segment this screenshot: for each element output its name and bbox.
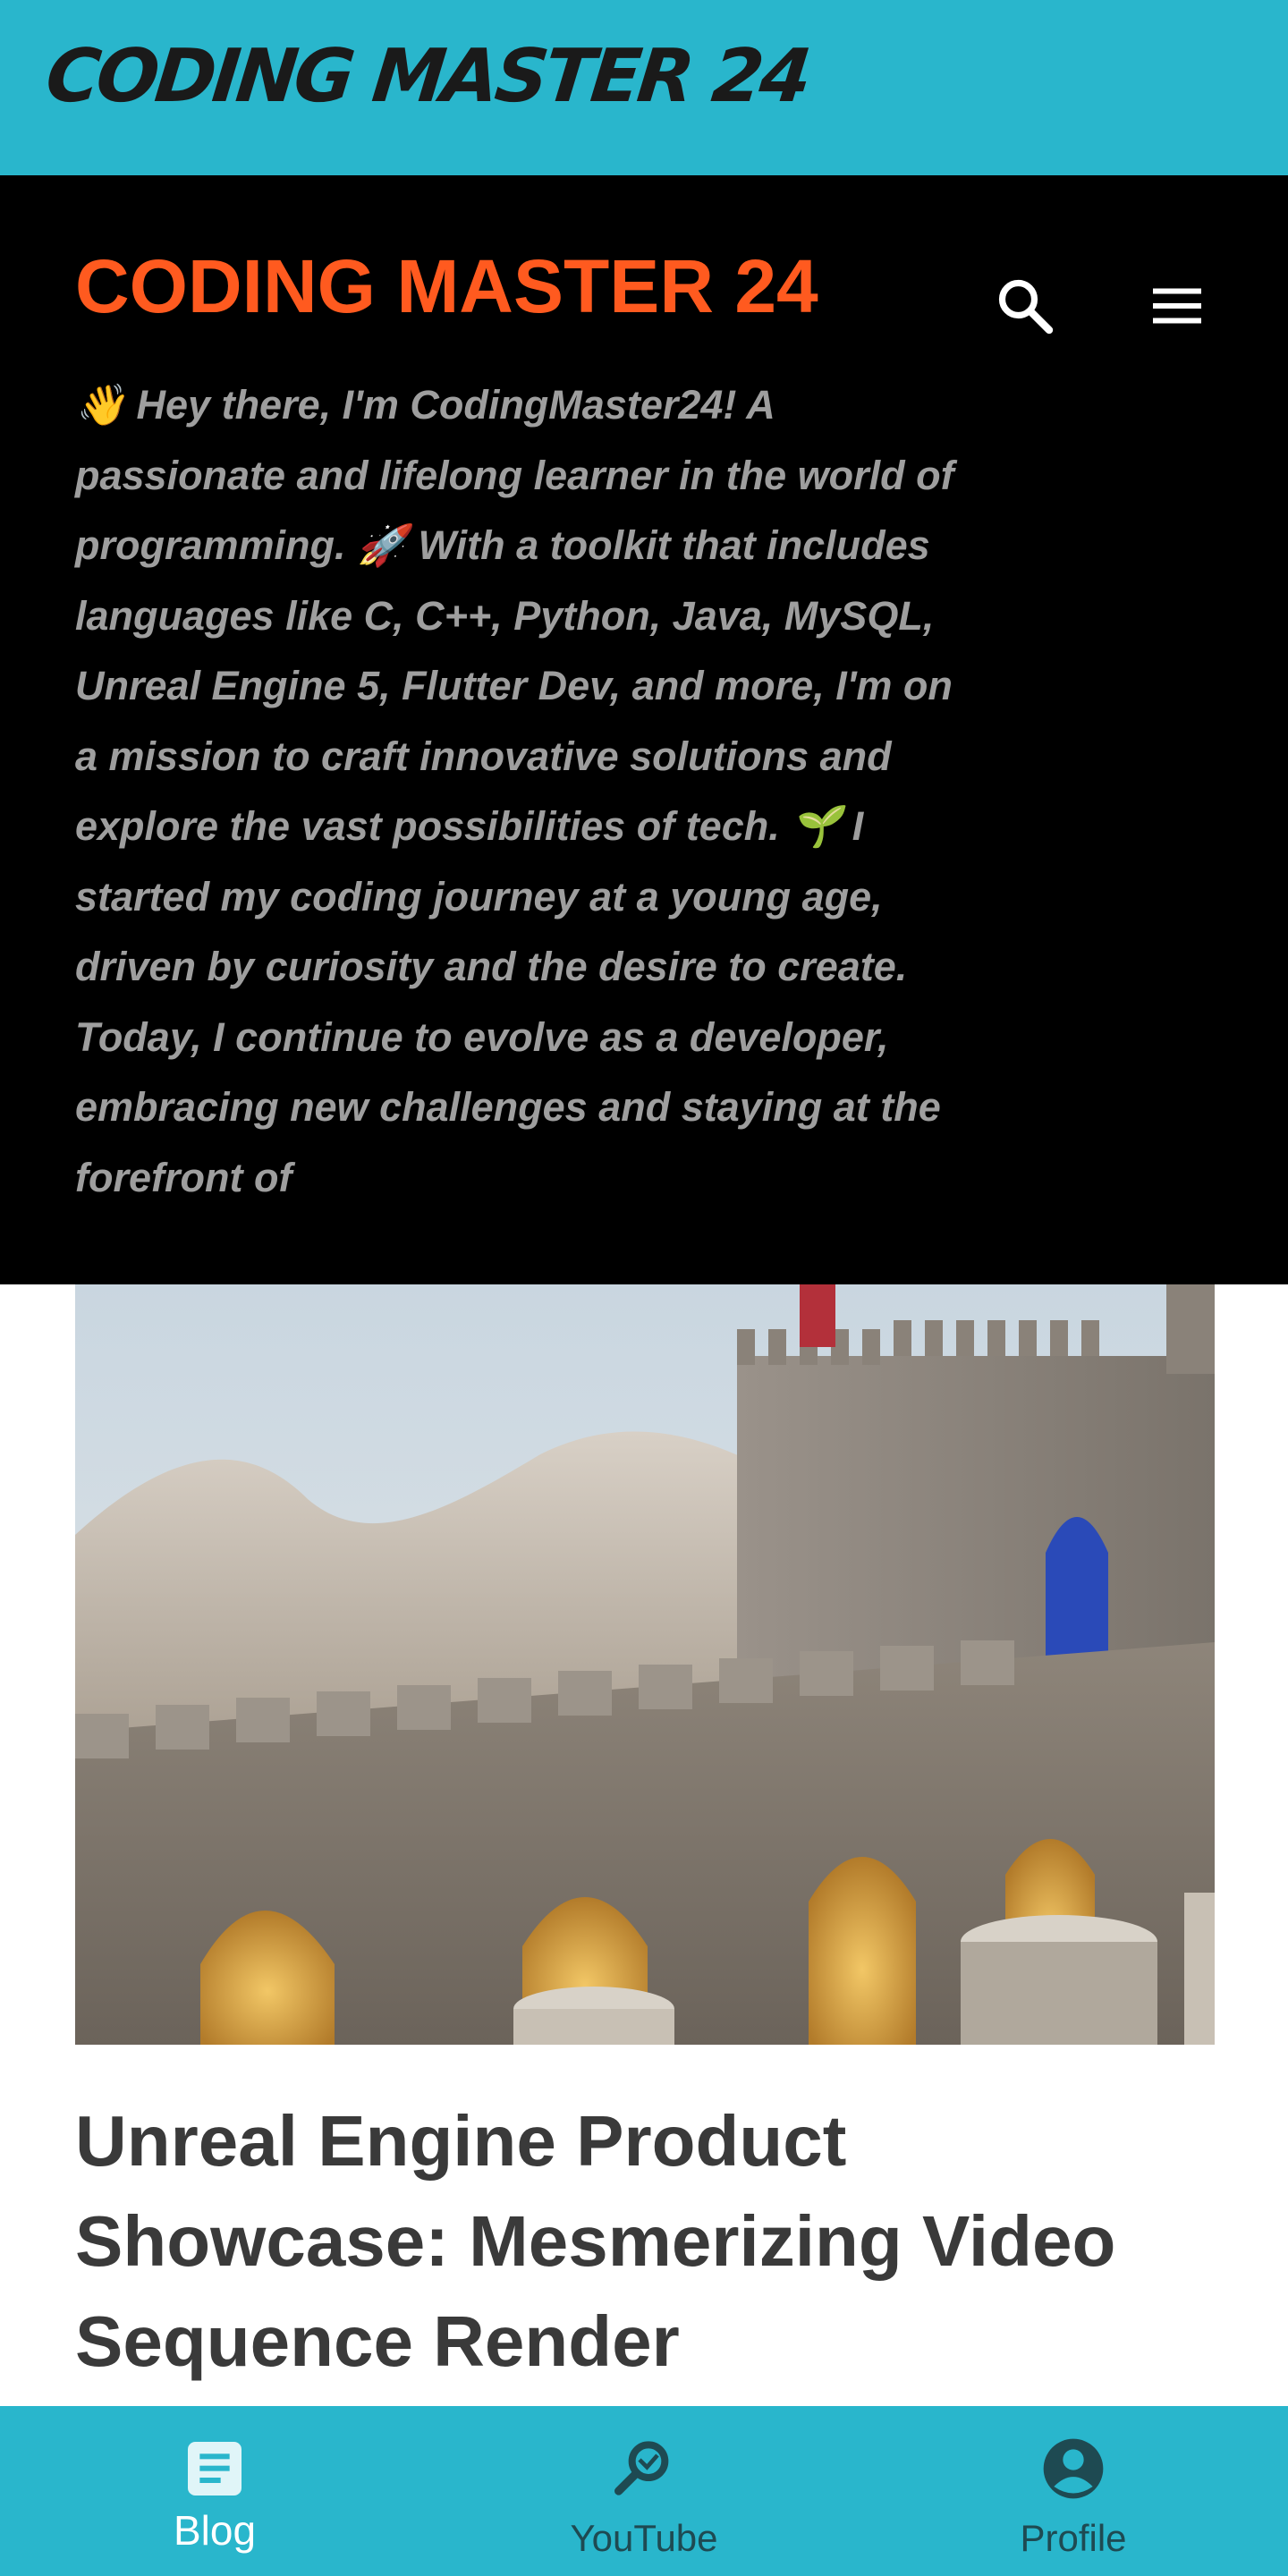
search-icon <box>614 2441 669 2496</box>
bottom-navigation: Blog YouTube Profile <box>0 2406 1288 2576</box>
account-circle-icon <box>1043 2438 1104 2499</box>
nav-item-profile[interactable]: Profile <box>859 2406 1288 2576</box>
menu-icon <box>1153 288 1201 324</box>
article-icon <box>188 2442 242 2496</box>
castle-image <box>75 1284 1215 2045</box>
blog-header: CODING MASTER 24 👋 Hey there, I'm Coding… <box>0 175 1288 1284</box>
blog-title[interactable]: CODING MASTER 24 <box>75 243 818 330</box>
app-bar: CODING MASTER 24 <box>0 0 1288 175</box>
nav-label-youtube: YouTube <box>570 2517 718 2559</box>
nav-item-blog[interactable]: Blog <box>0 2406 429 2576</box>
nav-item-youtube[interactable]: YouTube <box>429 2406 859 2576</box>
search-icon <box>998 279 1054 335</box>
menu-button[interactable] <box>1123 252 1231 360</box>
search-button[interactable] <box>971 252 1079 360</box>
nav-label-blog: Blog <box>173 2507 257 2554</box>
post-featured-image[interactable] <box>75 1284 1215 2045</box>
app-title: CODING MASTER 24 <box>42 34 812 119</box>
blog-description: 👋 Hey there, I'm CodingMaster24! A passi… <box>75 382 954 1200</box>
nav-label-profile: Profile <box>1020 2517 1127 2559</box>
post-title[interactable]: Unreal Engine Product Showcase: Mesmeriz… <box>75 2091 1238 2392</box>
